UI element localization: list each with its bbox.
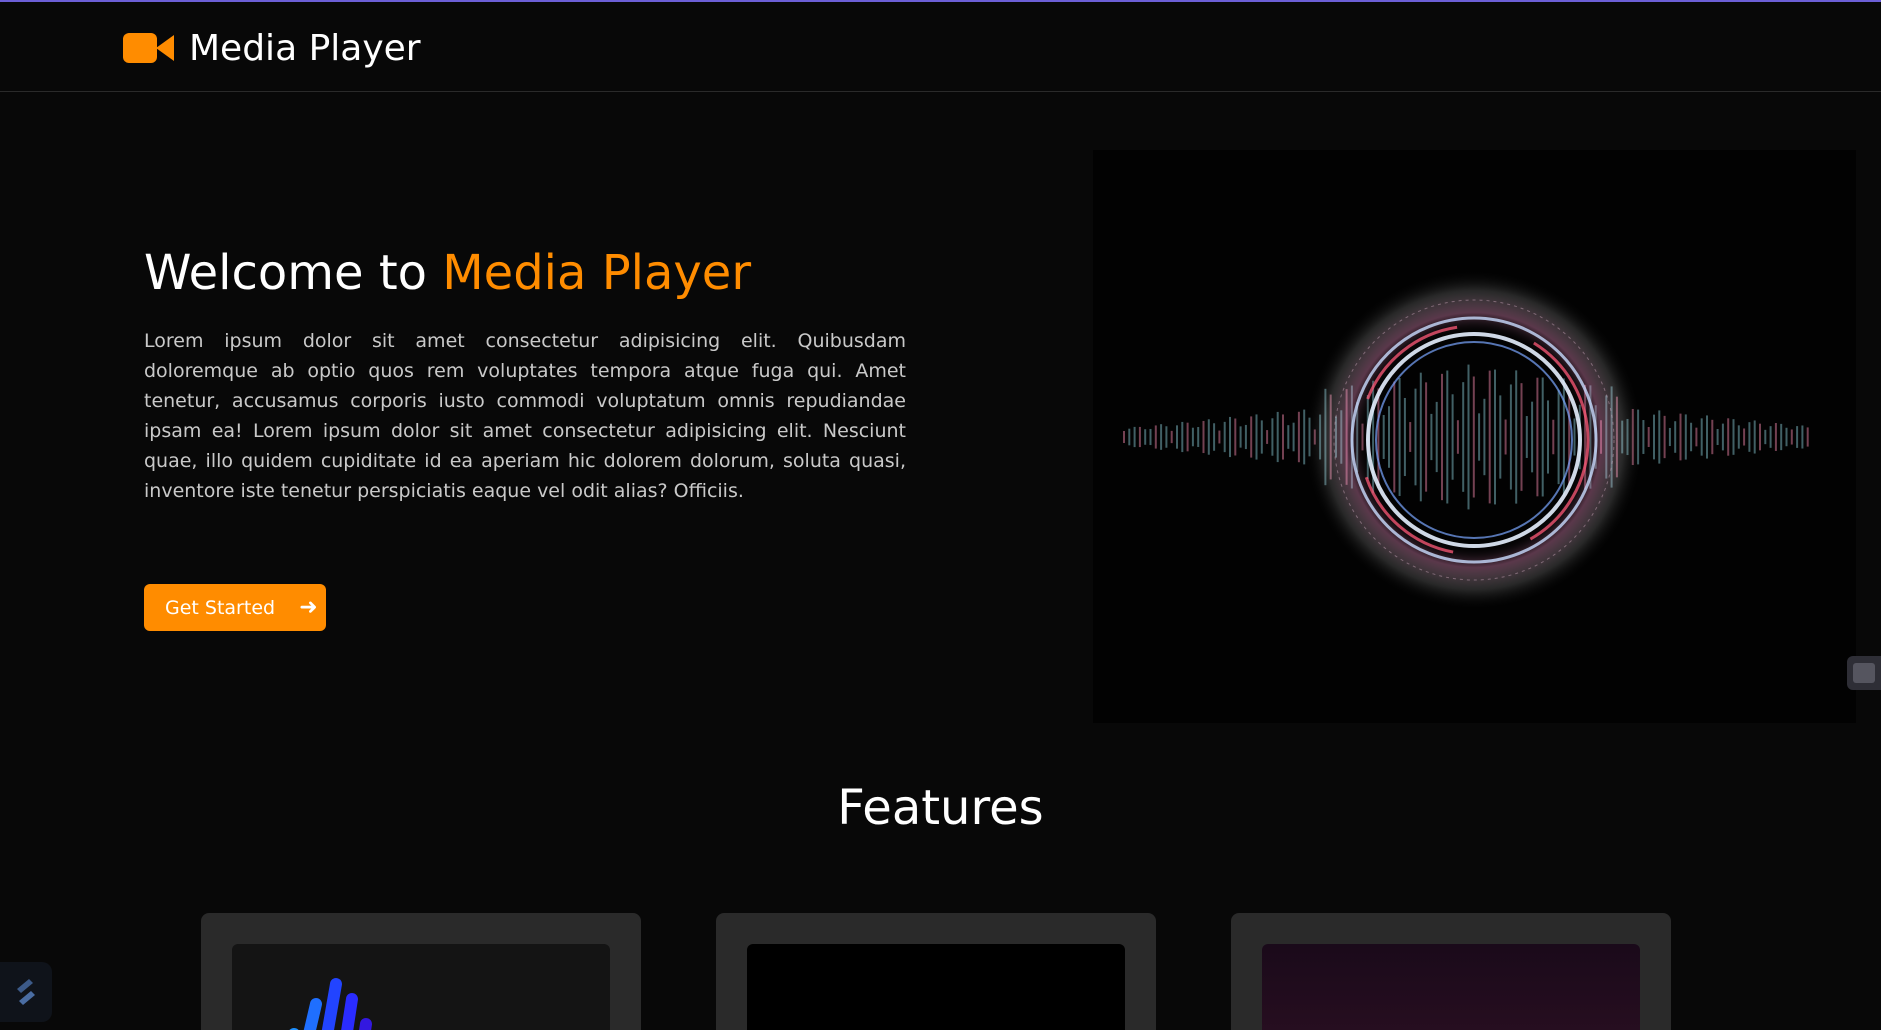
hero-section: Welcome to Media Player Lorem ipsum dolo… xyxy=(144,240,906,506)
hero-title: Welcome to Media Player xyxy=(144,240,906,306)
hero-title-prefix: Welcome to xyxy=(144,245,443,301)
site-header: Media Player xyxy=(0,2,1881,92)
video-camera-icon xyxy=(123,32,174,66)
feature-card[interactable] xyxy=(201,913,641,1030)
feature-card[interactable] xyxy=(716,913,1156,1030)
blue-equalizer-bars xyxy=(289,978,372,1030)
features-title: Features xyxy=(837,780,1044,836)
widget-icon xyxy=(1853,663,1875,683)
audio-visualizer-graphic xyxy=(1093,150,1856,723)
get-started-label: Get Started xyxy=(165,596,276,619)
feature-card-image xyxy=(1262,944,1640,1030)
brand-link[interactable]: Media Player xyxy=(123,28,421,69)
feature-card-image xyxy=(232,944,610,1030)
side-widget-tab[interactable] xyxy=(1847,656,1881,690)
hero-paragraph: Lorem ipsum dolor sit amet consectetur a… xyxy=(144,330,906,502)
hero-title-accent: Media Player xyxy=(442,245,752,301)
feature-card[interactable] xyxy=(1231,913,1671,1030)
brand-name: Media Player xyxy=(189,28,421,69)
feature-card-image xyxy=(747,944,1125,1030)
get-started-button[interactable]: Get Started ➜ xyxy=(144,584,326,631)
bolt-icon xyxy=(17,979,35,1005)
hero-visualizer-image xyxy=(1093,150,1856,723)
corner-widget-button[interactable] xyxy=(0,962,52,1022)
arrow-right-icon: ➜ xyxy=(299,595,318,620)
